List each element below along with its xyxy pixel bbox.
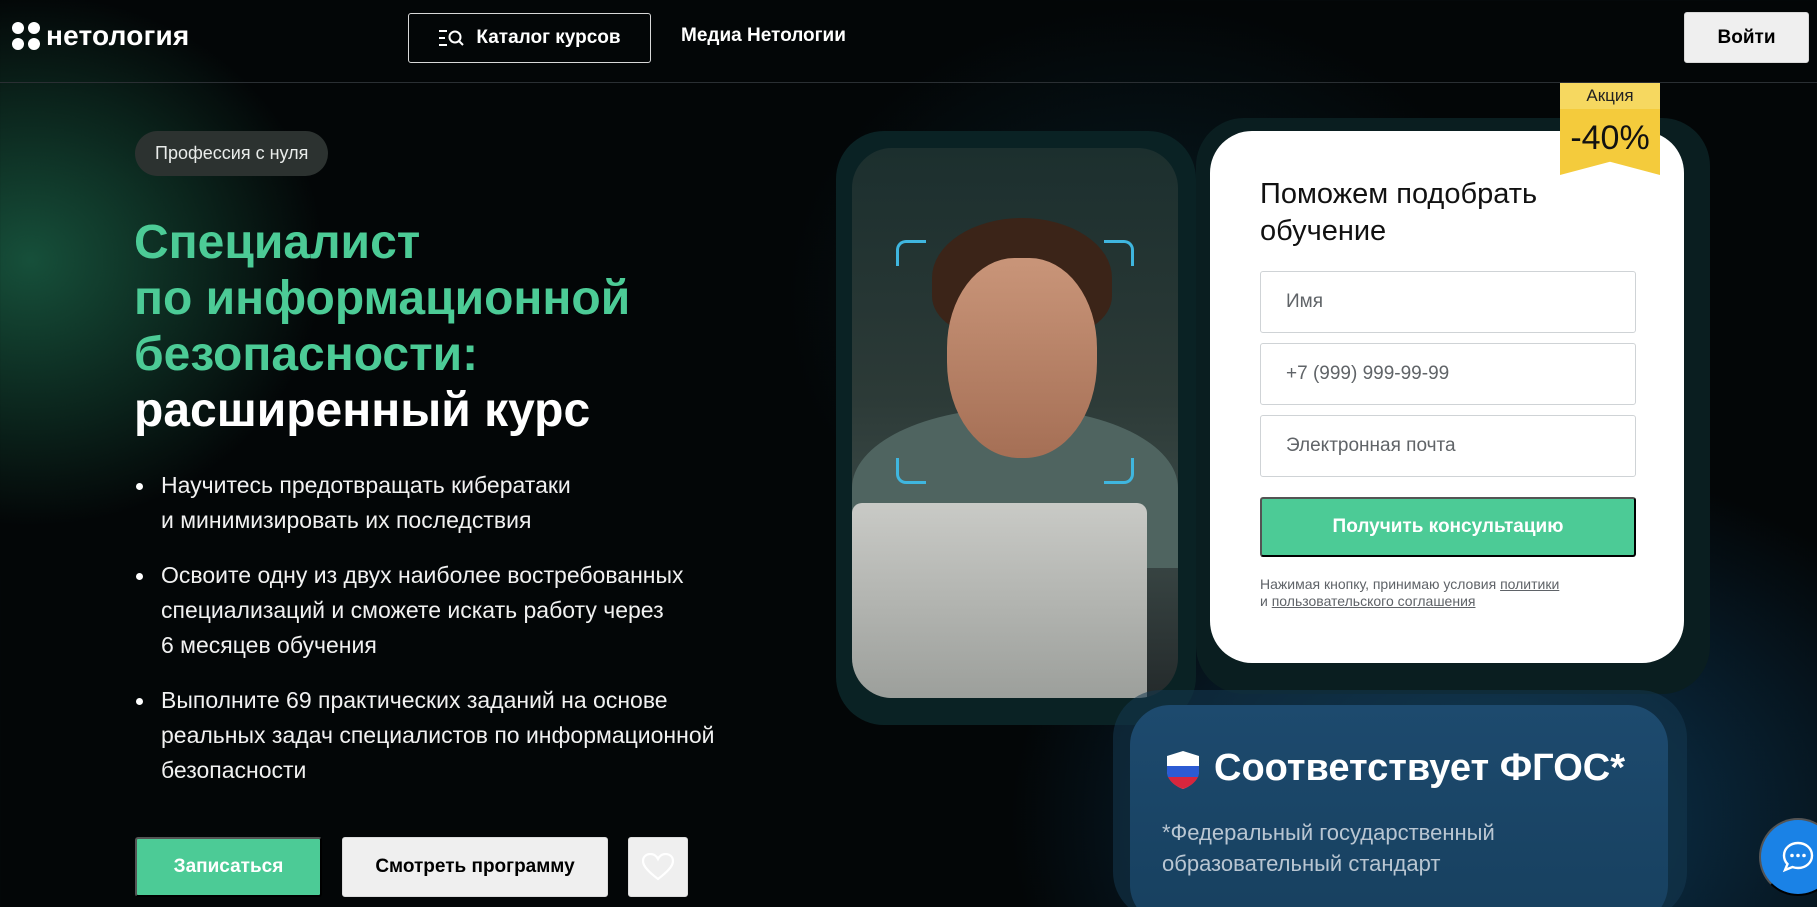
- favorite-button[interactable]: [628, 837, 688, 897]
- view-program-button[interactable]: Смотреть программу: [342, 837, 608, 897]
- catalog-button[interactable]: Каталог курсов: [408, 13, 651, 63]
- fgos-title: Соответствует ФГОС*: [1214, 747, 1625, 789]
- email-field[interactable]: [1260, 415, 1636, 477]
- title-line: безопасности:: [134, 328, 479, 381]
- face-scan-corner: [896, 240, 926, 266]
- benefits-list: Научитесь предотвращать кибератаки и мини…: [134, 468, 814, 808]
- consent-mid: и: [1260, 593, 1268, 609]
- promo-ribbon: Акция -40%: [1560, 83, 1660, 175]
- face-scan-corner: [1104, 240, 1134, 266]
- fgos-note: *Федеральный государственный образовател…: [1162, 820, 1495, 876]
- shield-flag-icon: [1167, 751, 1199, 789]
- phone-field[interactable]: [1260, 343, 1636, 405]
- face-scan-corner: [896, 458, 926, 484]
- name-field[interactable]: [1260, 271, 1636, 333]
- title-line: Специалист: [134, 216, 421, 269]
- enroll-button[interactable]: Записаться: [135, 837, 322, 897]
- chat-icon: [1782, 841, 1814, 873]
- chat-button[interactable]: [1759, 818, 1817, 896]
- login-button[interactable]: Войти: [1684, 12, 1809, 63]
- hero-photo: [852, 148, 1178, 698]
- fgos-card: Соответствует ФГОС* *Федеральный государ…: [1130, 705, 1668, 907]
- page-title: Специалист по информационной безопасност…: [134, 215, 630, 439]
- logo[interactable]: нетология: [12, 20, 189, 52]
- benefit-item: Научитесь предотвращать кибератаки и мини…: [134, 468, 814, 538]
- logo-icon: [12, 22, 40, 50]
- heart-icon: [642, 853, 674, 881]
- logo-text: нетология: [46, 20, 190, 51]
- policy-link[interactable]: политики: [1500, 576, 1559, 592]
- catalog-label: Каталог курсов: [476, 27, 621, 48]
- catalog-search-icon: [439, 30, 465, 46]
- title-line: по информационной: [134, 272, 631, 325]
- photo-face: [947, 258, 1097, 458]
- consent-text: Нажимая кнопку, принимаю условия политик…: [1260, 576, 1630, 610]
- consent-prefix: Нажимая кнопку, принимаю условия: [1260, 576, 1497, 592]
- get-consultation-button[interactable]: Получить консультацию: [1260, 497, 1636, 557]
- form-title: Поможем подобрать обучение: [1260, 178, 1538, 247]
- title-subline: расширенный курс: [134, 384, 591, 437]
- media-link[interactable]: Медиа Нетологии: [681, 25, 846, 47]
- user-agreement-link[interactable]: пользовательского соглашения: [1272, 593, 1476, 609]
- benefit-item: Освоите одну из двух наиболее востребова…: [134, 558, 814, 663]
- promo-label: Акция: [1560, 83, 1660, 109]
- consultation-form: Поможем подобрать обучение Получить конс…: [1210, 131, 1684, 663]
- photo-laptop: [852, 503, 1147, 698]
- promo-discount: -40%: [1560, 109, 1660, 175]
- site-header: нетология Каталог курсов Медиа Нетологии…: [0, 0, 1817, 83]
- face-scan-corner: [1104, 458, 1134, 484]
- profession-badge: Профессия с нуля: [135, 131, 329, 176]
- benefit-item: Выполните 69 практических заданий на осн…: [134, 683, 814, 788]
